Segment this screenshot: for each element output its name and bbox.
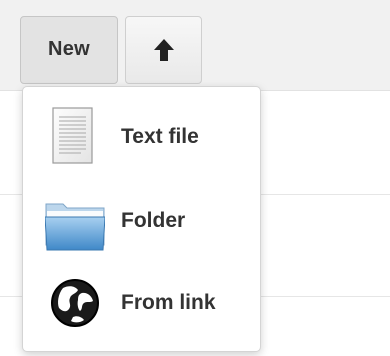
menu-item-label: Folder (121, 209, 186, 232)
menu-item-from-link[interactable]: From link (23, 263, 260, 343)
globe-icon (45, 263, 105, 343)
menu-item-text-file[interactable]: Text file (23, 97, 260, 177)
text-file-icon (45, 97, 105, 177)
new-dropdown-menu: Text file Folder From link (22, 86, 261, 352)
upload-button[interactable] (125, 16, 202, 84)
menu-item-label: Text file (121, 125, 199, 148)
menu-item-label: From link (121, 291, 216, 314)
arrow-up-icon (153, 39, 174, 61)
new-button[interactable]: New (20, 16, 118, 84)
menu-item-folder[interactable]: Folder (23, 181, 260, 261)
folder-icon (44, 181, 106, 261)
new-button-label: New (47, 37, 91, 60)
